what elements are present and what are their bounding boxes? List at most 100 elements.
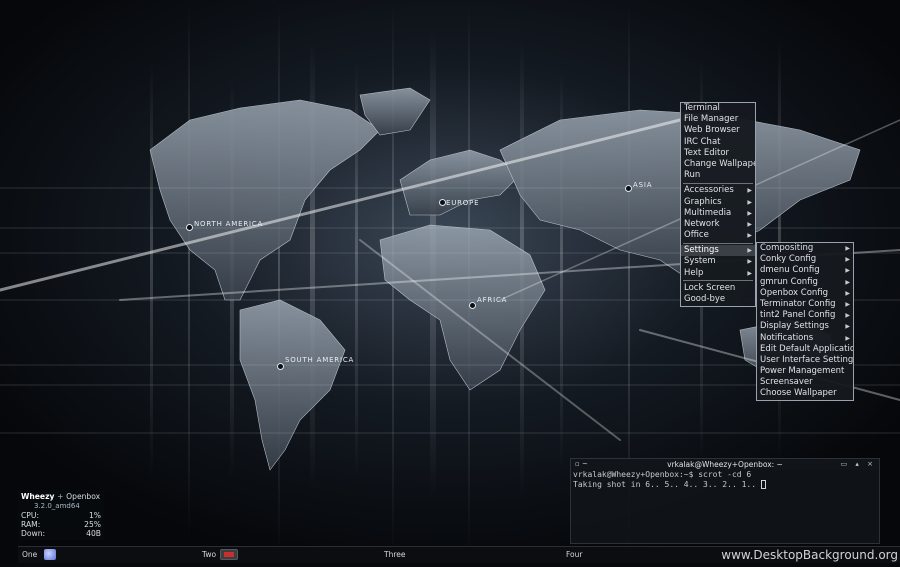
menu-item-label: Terminator Config — [760, 298, 836, 309]
map-marker-europe — [439, 199, 446, 206]
submenu-arrow-icon: ▶ — [845, 245, 850, 252]
desktop-label: Three — [384, 550, 406, 559]
watermark-text: www.DesktopBackground.org — [721, 548, 898, 562]
conky-ram-value: 25% — [84, 520, 101, 529]
menu-item-label: dmenu Config — [760, 265, 820, 276]
submenu-arrow-icon: ▶ — [845, 256, 850, 264]
menu-item-label: Display Settings — [760, 321, 829, 332]
map-marker-south-america — [277, 363, 284, 370]
terminal-command-line: vrkalak@Wheezy+Openbox:~$ scrot -cd 6 — [573, 470, 752, 479]
map-label-asia: ASIA — [633, 181, 653, 189]
menu-item-file-manager[interactable]: File Manager — [681, 114, 755, 125]
desktop-one[interactable]: One — [18, 547, 198, 563]
submenu-arrow-icon: ▶ — [747, 232, 752, 240]
menu-item-good-bye[interactable]: Good-bye — [681, 294, 755, 305]
menu-item-label: Network — [684, 218, 720, 229]
conky-title: Wheezy + Openbox — [21, 492, 100, 501]
menu-item-label: Notifications — [760, 332, 814, 343]
conky-host: Wheezy — [21, 492, 55, 501]
submenu-item-user-interface-settings[interactable]: User Interface Settings — [757, 355, 853, 366]
desktop-label: Two — [202, 550, 217, 559]
conky-kernel-version: 3.2.0_amd64 — [34, 502, 80, 510]
submenu-item-edit-default-applications[interactable]: Edit Default Applications — [757, 344, 853, 355]
submenu-item-gmrun-config[interactable]: gmrun Config ▶ — [757, 277, 853, 288]
submenu-item-notifications[interactable]: Notifications ▶ — [757, 333, 853, 344]
menu-item-graphics[interactable]: Graphics ▶ — [681, 197, 755, 208]
menu-item-label: gmrun Config — [760, 276, 818, 287]
conky-wm: Openbox — [66, 492, 101, 501]
submenu-arrow-icon: ▶ — [747, 247, 752, 255]
menu-item-label: Office — [684, 230, 709, 241]
desktop-label: Four — [566, 550, 583, 559]
submenu-arrow-icon: ▶ — [747, 187, 752, 195]
submenu-item-compositing[interactable]: Compositing ▶ — [757, 243, 853, 254]
menu-item-system[interactable]: System ▶ — [681, 256, 755, 267]
submenu-item-openbox-config[interactable]: Openbox Config ▶ — [757, 288, 853, 299]
menu-item-change-wallpaper[interactable]: Change Wallpaper — [681, 159, 755, 170]
menu-separator — [683, 242, 753, 244]
menu-item-irc-chat[interactable]: IRC Chat — [681, 137, 755, 148]
submenu-item-choose-wallpaper[interactable]: Choose Wallpaper — [757, 388, 853, 399]
menu-item-label: Accessories — [684, 185, 734, 196]
menu-item-multimedia[interactable]: Multimedia ▶ — [681, 208, 755, 219]
menu-item-label: Multimedia — [684, 207, 732, 218]
menu-item-accessories[interactable]: Accessories ▶ — [681, 185, 755, 196]
conky-down-label: Down: — [21, 529, 46, 538]
terminal-cursor — [760, 480, 766, 489]
tint2-panel: One Two Three Four www.DesktopBackground… — [18, 546, 900, 563]
submenu-arrow-icon: ▶ — [845, 267, 850, 275]
conky-cpu-value: 1% — [88, 511, 101, 520]
menu-item-web-browser[interactable]: Web Browser — [681, 125, 755, 136]
menu-item-terminal[interactable]: Terminal — [681, 103, 755, 114]
menu-item-label: Openbox Config — [760, 287, 829, 298]
terminal-output-text: Taking shot in 6.. 5.. 4.. 3.. 2.. 1.. — [573, 480, 761, 489]
submenu-item-terminator-config[interactable]: Terminator Config ▶ — [757, 299, 853, 310]
desktop-four[interactable]: Four — [562, 547, 742, 563]
conky-system-monitor: Wheezy + Openbox 3.2.0_amd64 CPU: 1% RAM… — [18, 490, 104, 540]
terminal-task-icon[interactable] — [220, 549, 238, 560]
submenu-item-tint2-panel-config[interactable]: tint2 Panel Config ▶ — [757, 310, 853, 321]
map-label-south-america: SOUTH AMERICA — [285, 356, 355, 364]
menu-separator — [683, 182, 753, 184]
conky-cpu-label: CPU: — [21, 511, 39, 520]
menu-item-lock-screen[interactable]: Lock Screen — [681, 283, 755, 294]
menu-item-label: Graphics — [684, 196, 722, 207]
conky-down-value: 40B — [86, 529, 101, 538]
menu-item-network[interactable]: Network ▶ — [681, 219, 755, 230]
submenu-item-conky-config[interactable]: Conky Config ▶ — [757, 254, 853, 265]
desktop-three[interactable]: Three — [380, 547, 560, 563]
map-label-north-america: NORTH AMERICA — [194, 220, 264, 228]
desktop-label: One — [22, 550, 38, 559]
submenu-arrow-icon: ▶ — [845, 300, 850, 308]
menu-item-label: tint2 Panel Config — [760, 310, 836, 321]
menu-item-text-editor[interactable]: Text Editor — [681, 148, 755, 159]
desktop-two[interactable]: Two — [198, 547, 378, 563]
submenu-arrow-icon: ▶ — [747, 198, 752, 206]
menu-separator — [683, 280, 753, 282]
menu-item-label: Conky Config — [760, 254, 817, 265]
menu-item-office[interactable]: Office ▶ — [681, 230, 755, 241]
submenu-item-power-management[interactable]: Power Management — [757, 366, 853, 377]
submenu-arrow-icon: ▶ — [845, 334, 850, 342]
menu-item-help[interactable]: Help ▶ — [681, 268, 755, 279]
submenu-arrow-icon: ▶ — [747, 258, 752, 266]
map-label-europe: EUROPE — [446, 199, 480, 207]
openbox-root-menu: Terminal File Manager Web Browser IRC Ch… — [680, 102, 756, 307]
terminal-titlebar[interactable]: ▫ ~ vrkalak@Wheezy+Openbox: ~ ▭ ▴ × — [571, 459, 879, 470]
submenu-arrow-icon: ▶ — [845, 289, 850, 297]
map-marker-asia — [625, 185, 632, 192]
submenu-arrow-icon: ▶ — [747, 269, 752, 277]
map-marker-north-america — [186, 224, 193, 231]
browser-task-icon[interactable] — [44, 549, 56, 560]
map-label-africa: AFRICA — [477, 296, 508, 304]
settings-submenu: Compositing ▶ Conky Config ▶ dmenu Config ▶… — [756, 242, 854, 401]
map-marker-africa — [469, 302, 476, 309]
submenu-item-screensaver[interactable]: Screensaver — [757, 377, 853, 388]
window-controls-icon[interactable]: ▭ ▴ × — [841, 459, 876, 470]
submenu-item-display-settings[interactable]: Display Settings ▶ — [757, 321, 853, 332]
menu-item-settings[interactable]: Settings ▶ — [681, 245, 755, 257]
window-menu-icon[interactable]: ▫ ~ — [575, 459, 588, 470]
menu-item-run[interactable]: Run — [681, 170, 755, 181]
terminal-window[interactable]: ▫ ~ vrkalak@Wheezy+Openbox: ~ ▭ ▴ × vrka… — [570, 458, 880, 544]
submenu-item-dmenu-config[interactable]: dmenu Config ▶ — [757, 265, 853, 276]
